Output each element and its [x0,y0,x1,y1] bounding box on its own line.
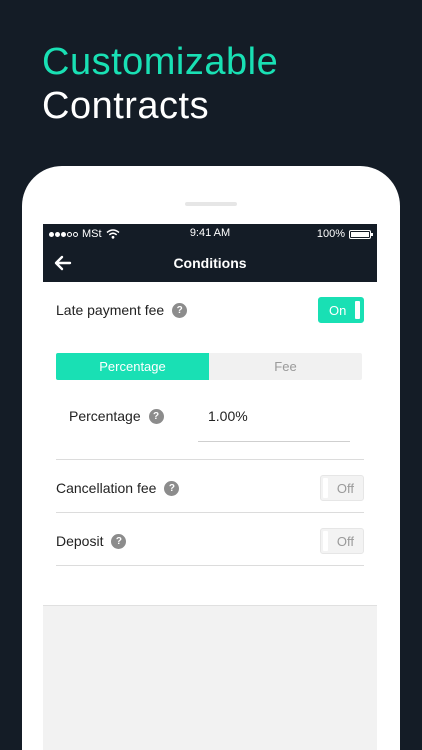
cancellation-label: Cancellation fee [56,480,157,496]
toggle-label: On [329,302,347,318]
cancellation-row: Cancellation fee ? Off [56,475,364,501]
help-icon[interactable]: ? [164,480,180,496]
deposit-label: Deposit [56,533,104,549]
nav-bar: Conditions [43,244,377,282]
conditions-panel: Late payment fee ? On Percentage Fee Per… [43,282,377,606]
late-payment-row: Late payment fee ? On [56,297,364,323]
fee-type-segmented-control: Percentage Fee [56,353,362,380]
segment-fee[interactable]: Fee [209,353,362,380]
deposit-toggle[interactable]: Off [320,528,364,554]
percentage-value: 1.00% [208,408,248,424]
phone-screen: MSt 9:41 AM 100% Conditions Late payment… [43,224,377,750]
late-payment-toggle[interactable]: On [318,297,364,323]
help-icon[interactable]: ? [148,408,164,424]
divider [56,512,364,513]
percentage-label: Percentage [69,408,141,424]
page-title: Conditions [173,255,247,271]
segment-percentage[interactable]: Percentage [56,353,209,380]
headline-line-1: Customizable [42,41,279,83]
percentage-input[interactable]: 1.00% [198,406,350,442]
headline-line-2: Contracts [42,85,210,127]
status-bar: MSt 9:41 AM 100% [43,224,377,244]
percentage-field-row: Percentage ? [69,406,164,426]
phone-speaker [185,202,237,206]
toggle-label: Off [336,480,354,496]
help-icon[interactable]: ? [172,302,188,318]
phone-frame: MSt 9:41 AM 100% Conditions Late payment… [22,166,400,750]
help-icon[interactable]: ? [111,533,127,549]
back-arrow-icon[interactable] [53,253,73,273]
battery-icon [349,229,373,239]
divider [56,459,364,460]
toggle-label: Off [336,533,354,549]
status-time: 9:41 AM [189,227,231,239]
late-payment-label: Late payment fee [56,302,165,318]
divider [56,565,364,566]
deposit-row: Deposit ? Off [56,528,364,554]
cancellation-toggle[interactable]: Off [320,475,364,501]
headline: Customizable Contracts [42,40,278,128]
